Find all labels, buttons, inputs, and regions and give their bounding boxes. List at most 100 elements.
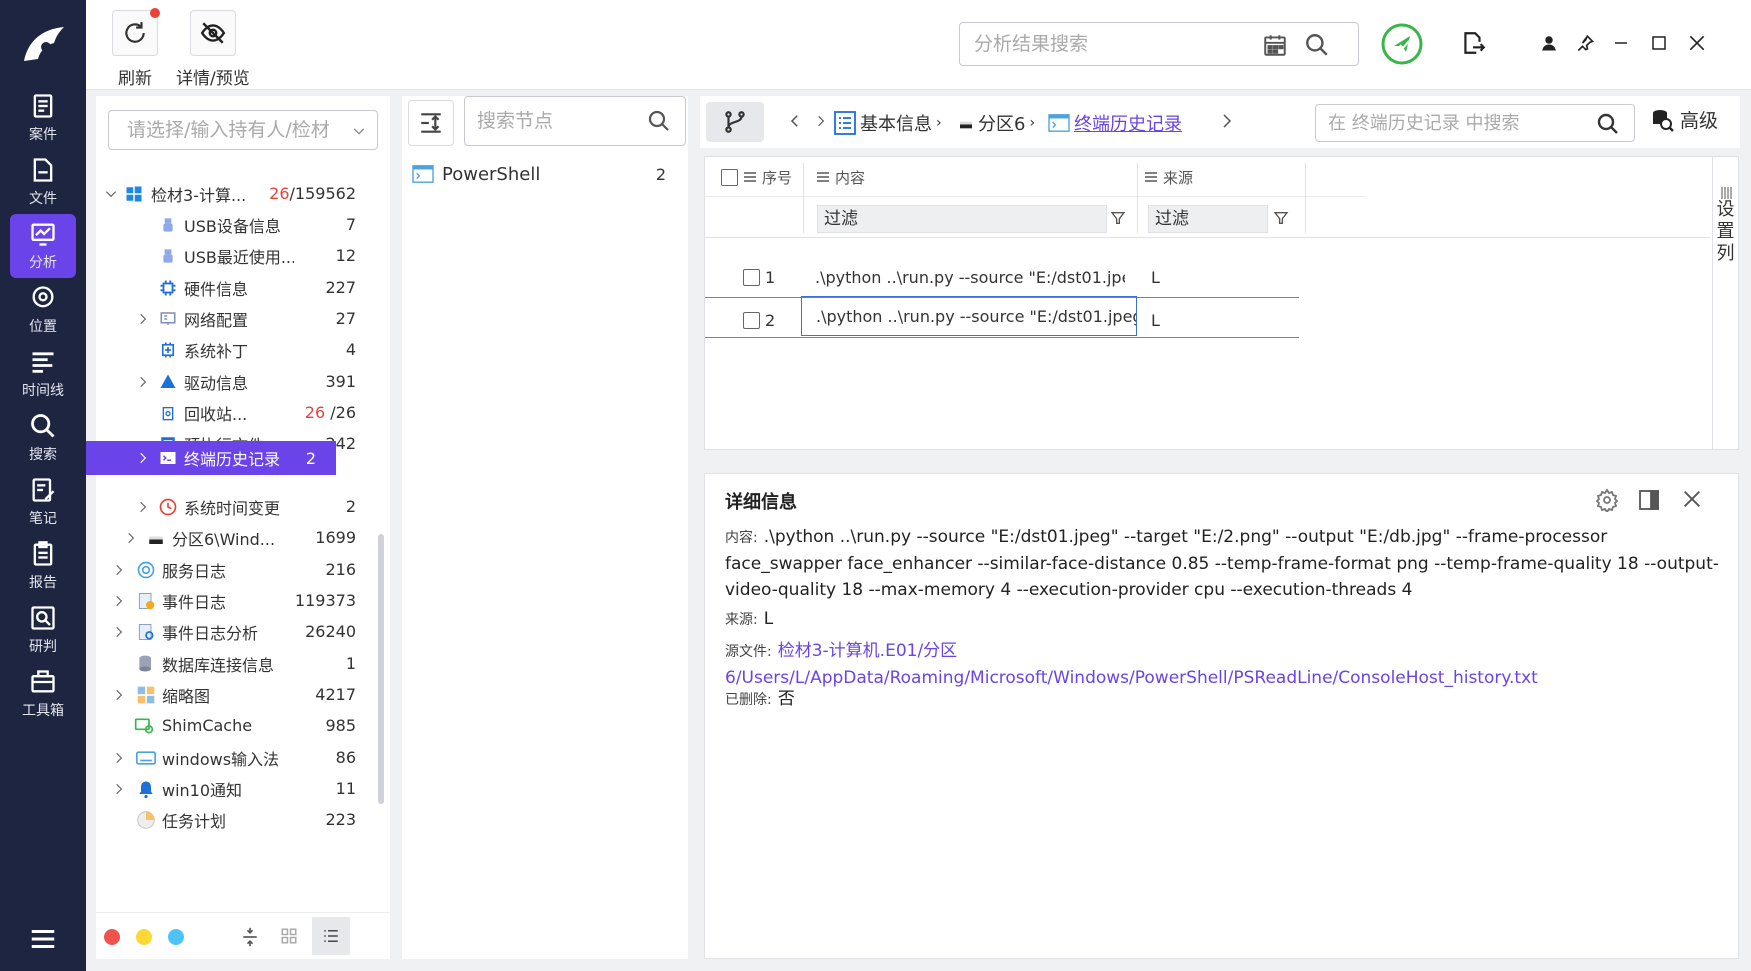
- breadcrumb-item-partition[interactable]: 分区6 ›: [958, 110, 1035, 136]
- row-checkbox[interactable]: [743, 311, 760, 329]
- tree-item-event-log[interactable]: 事件日志 119373: [96, 583, 376, 618]
- rail-item-judge[interactable]: 研判: [10, 598, 76, 662]
- chevron-right-icon[interactable]: [112, 594, 126, 608]
- column-header-seq[interactable]: 序号: [762, 167, 792, 188]
- tree-item-hardware[interactable]: 硬件信息 227: [96, 270, 376, 305]
- node-item-powershell[interactable]: PowerShell 2: [402, 156, 688, 192]
- refresh-button[interactable]: 刷新: [112, 8, 160, 89]
- chevron-right-icon[interactable]: [112, 688, 126, 702]
- row-content[interactable]: .\python ..\run.py --source "E:/dst01.jp…: [801, 296, 1137, 336]
- tree-item-event-log-analysis[interactable]: 事件日志分析 26240: [96, 614, 376, 649]
- chevron-right-icon[interactable]: [112, 563, 126, 577]
- chevron-down-icon[interactable]: [104, 187, 118, 201]
- tree-root-evidence3[interactable]: 检材3-计算... 26/159562: [96, 176, 376, 211]
- tree-item-scheduled-task[interactable]: 任务计划 223: [96, 802, 376, 837]
- advanced-search-button[interactable]: 高级: [1650, 106, 1718, 133]
- tree-item-shimcache[interactable]: ShimCache 985: [96, 708, 376, 743]
- rail-item-note[interactable]: 笔记: [10, 470, 76, 534]
- filter-icon[interactable]: [1110, 209, 1126, 227]
- tree-item-thumbnail[interactable]: 缩略图 4217: [96, 677, 376, 712]
- filter-icon[interactable]: [1273, 209, 1289, 227]
- breadcrumb-item-basic[interactable]: 基本信息 ›: [834, 110, 942, 136]
- in-view-search-input[interactable]: [1328, 112, 1588, 134]
- yellow-dot-filter[interactable]: [136, 929, 152, 945]
- tree-item-patch[interactable]: 系统补丁 4: [96, 332, 376, 367]
- column-menu-icon[interactable]: [1145, 172, 1157, 182]
- column-header-source[interactable]: 来源: [1163, 167, 1193, 188]
- table-row[interactable]: 2 .\python ..\run.py --source "E:/dst01.…: [705, 296, 1365, 342]
- analysis-search-input[interactable]: [974, 33, 1274, 55]
- chevron-right-icon[interactable]: [124, 531, 138, 545]
- tree-item-win10-notify[interactable]: win10通知 11: [96, 771, 376, 806]
- table-row[interactable]: 1 .\python ..\run.py --source "E:/dst01.…: [705, 255, 1365, 299]
- rail-item-case[interactable]: 案件: [10, 86, 76, 150]
- tree-item-time-change[interactable]: 系统时间变更 2: [96, 489, 376, 524]
- chevron-right-icon[interactable]: [136, 375, 150, 389]
- tree-item-db-connection[interactable]: 数据库连接信息 1: [96, 646, 376, 681]
- select-all-checkbox[interactable]: [721, 168, 738, 186]
- content-filter-input[interactable]: 过滤: [817, 205, 1107, 233]
- maximize-button[interactable]: [1646, 30, 1672, 56]
- tree-item-recycle-bin[interactable]: 回收站... 26 /26: [96, 395, 376, 430]
- holder-select[interactable]: [108, 110, 378, 150]
- source-file-link[interactable]: 检材3-计算机.E01/分区6/Users/L/AppData/Roaming/…: [725, 641, 1538, 688]
- collapse-icon[interactable]: [240, 926, 260, 948]
- user-button[interactable]: [1536, 30, 1562, 56]
- tree-item-usb-device[interactable]: USB设备信息 7: [96, 207, 376, 242]
- rail-item-file[interactable]: 文件: [10, 150, 76, 214]
- column-settings-button[interactable]: 设 置 列: [1712, 157, 1738, 449]
- minimize-button[interactable]: [1608, 30, 1634, 56]
- gear-icon[interactable]: [1595, 488, 1619, 512]
- breadcrumb-item-terminal-history[interactable]: 终端历史记录: [1048, 110, 1182, 136]
- blue-dot-filter[interactable]: [168, 929, 184, 945]
- grid-view-icon[interactable]: [280, 927, 298, 945]
- chevron-right-icon[interactable]: [136, 500, 150, 514]
- tree-item-usb-recent[interactable]: USB最近使用... 12: [96, 238, 376, 273]
- column-header-content[interactable]: 内容: [835, 167, 865, 188]
- rail-item-location[interactable]: 位置: [10, 278, 76, 342]
- export-button[interactable]: [1458, 28, 1488, 58]
- chevron-right-icon[interactable]: [136, 312, 150, 326]
- column-menu-icon[interactable]: [744, 172, 756, 182]
- rail-item-toolbox[interactable]: 工具箱: [10, 662, 76, 726]
- shield-status-button[interactable]: [1380, 22, 1424, 66]
- row-checkbox[interactable]: [743, 268, 760, 286]
- search-icon[interactable]: [647, 109, 671, 133]
- close-icon[interactable]: [1681, 488, 1703, 510]
- list-view-button[interactable]: [312, 917, 350, 955]
- chevron-right-icon[interactable]: [112, 782, 126, 796]
- node-search-input[interactable]: [477, 110, 637, 132]
- chevron-right-icon[interactable]: [814, 114, 828, 128]
- rail-item-timeline[interactable]: 时间线: [10, 342, 76, 406]
- chevron-right-icon[interactable]: [112, 751, 126, 765]
- sort-button[interactable]: [408, 100, 454, 146]
- tree-item-driver[interactable]: 驱动信息 391: [96, 364, 376, 399]
- rail-item-analysis[interactable]: 分析: [10, 214, 76, 278]
- source-filter-input[interactable]: 过滤: [1148, 205, 1268, 233]
- close-window-button[interactable]: [1684, 30, 1710, 56]
- chevron-right-icon[interactable]: [1218, 112, 1236, 130]
- holder-input[interactable]: [127, 119, 347, 141]
- pin-button[interactable]: [1572, 30, 1598, 56]
- hamburger-menu-icon[interactable]: [28, 924, 58, 954]
- tree-item-terminal-history[interactable]: 终端历史记录 2: [86, 441, 336, 475]
- chevron-right-icon[interactable]: [112, 625, 126, 639]
- tree-scrollbar[interactable]: [378, 534, 384, 804]
- breadcrumb-label: 基本信息: [860, 114, 932, 135]
- red-dot-filter[interactable]: [104, 929, 120, 945]
- calendar-icon[interactable]: [1262, 32, 1288, 58]
- chevron-left-icon[interactable]: [786, 112, 804, 130]
- rail-item-report[interactable]: 报告: [10, 534, 76, 598]
- detail-preview-button[interactable]: 详情/预览: [176, 10, 250, 89]
- tree-item-windows-ime[interactable]: windows输入法 86: [96, 740, 376, 775]
- tree-item-partition6[interactable]: 分区6\Wind... 1699: [96, 520, 376, 555]
- search-icon[interactable]: [1304, 32, 1330, 58]
- rail-item-search[interactable]: 搜索: [10, 406, 76, 470]
- split-panel-icon[interactable]: [1637, 488, 1661, 512]
- search-icon[interactable]: [1596, 112, 1620, 136]
- tree-item-network[interactable]: 网络配置 27: [96, 301, 376, 336]
- branch-button[interactable]: [706, 102, 764, 142]
- tree-item-service-log[interactable]: 服务日志 216: [96, 552, 376, 587]
- chevron-right-icon[interactable]: [136, 451, 150, 465]
- column-menu-icon[interactable]: [817, 172, 829, 182]
